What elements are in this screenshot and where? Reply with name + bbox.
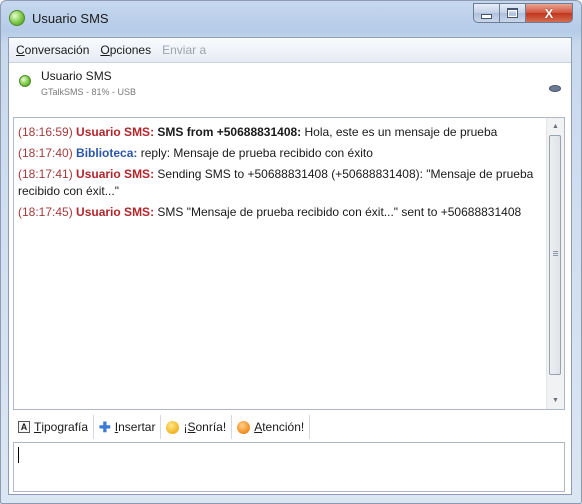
window-controls: X <box>473 3 573 23</box>
message-list: (18:16:59) Usuario SMS: SMS from +506888… <box>18 124 540 225</box>
tipografia-label: ipografía <box>41 420 89 434</box>
menu-conversacion-label: onversación <box>24 43 90 57</box>
menu-conversacion-accel: C <box>16 43 25 57</box>
message-timestamp: (18:16:59) <box>18 125 73 139</box>
attention-icon <box>237 420 251 434</box>
message-sender: Usuario SMS: <box>76 167 155 181</box>
message-timestamp: (18:17:45) <box>18 205 73 219</box>
message-text: Hola, este es un mensaje de prueba <box>304 125 498 139</box>
message-timestamp: (18:17:41) <box>18 167 73 181</box>
close-button[interactable]: X <box>526 3 573 23</box>
minimize-button[interactable] <box>473 3 500 23</box>
plus-icon: ✚ <box>99 418 111 435</box>
smiley-icon <box>166 420 180 434</box>
atencion-accel: A <box>254 420 263 434</box>
maximize-icon <box>507 8 518 18</box>
menu-bar: Conversación Opciones Enviar a <box>9 38 571 63</box>
message-sender: Usuario SMS: <box>76 205 155 219</box>
conversation-client-area: Conversación Opciones Enviar a Usuario S… <box>8 37 572 495</box>
message-input[interactable] <box>13 442 565 492</box>
message-item: (18:17:40) Biblioteca: reply: Mensaje de… <box>18 145 540 162</box>
menu-opciones-label: pciones <box>109 43 152 57</box>
contact-status-text: GTalkSMS - 81% - USB <box>41 87 137 97</box>
title-bar[interactable]: Usuario SMS X <box>1 1 581 37</box>
scroll-down-icon[interactable]: ▼ <box>547 392 564 409</box>
maximize-button[interactable] <box>500 3 526 23</box>
insertar-button[interactable]: ✚ Insertar <box>94 415 162 439</box>
message-sender: Usuario SMS: <box>76 125 155 139</box>
font-icon: A <box>18 421 30 433</box>
message-highlight: SMS from +50688831408: <box>157 125 302 139</box>
tipografia-button[interactable]: A Tipografía <box>13 415 95 439</box>
atencion-label: tención! <box>262 420 305 434</box>
contact-name: Usuario SMS <box>41 69 112 83</box>
menu-conversacion[interactable]: Conversación <box>12 43 93 57</box>
window-title: Usuario SMS <box>32 11 109 26</box>
contact-header: Usuario SMS GTalkSMS - 81% - USB <box>9 63 571 113</box>
menu-enviar-a[interactable]: Enviar a <box>158 43 210 57</box>
text-caret <box>18 447 19 463</box>
grip-icon <box>553 251 558 257</box>
scroll-thumb[interactable] <box>549 135 561 375</box>
sonria-accel: S <box>187 420 196 434</box>
chat-window: Usuario SMS X Conversación Opciones Envi… <box>0 0 582 504</box>
tipografia-accel: T <box>34 420 42 434</box>
message-text: SMS "Mensaje de prueba recibido con éxit… <box>157 205 522 219</box>
scroll-up-icon[interactable]: ▲ <box>547 118 564 135</box>
close-icon: X <box>544 5 554 21</box>
message-item: (18:16:59) Usuario SMS: SMS from +506888… <box>18 124 540 141</box>
insertar-label: nsertar <box>118 420 156 434</box>
atencion-button[interactable]: Atención! <box>232 415 311 439</box>
sonria-button[interactable]: ¡ Sonría! <box>161 415 233 439</box>
message-item: (18:17:41) Usuario SMS: Sending SMS to +… <box>18 166 540 200</box>
message-history[interactable]: (18:16:59) Usuario SMS: SMS from +506888… <box>13 117 565 410</box>
format-toolbar: A Tipografía ✚ Insertar ¡ Sonría! Atenció… <box>13 413 565 441</box>
app-status-icon <box>9 10 25 26</box>
message-sender: Biblioteca: <box>76 146 138 160</box>
message-text: reply: Mensaje de prueba recibido con éx… <box>140 146 373 160</box>
menu-opciones-accel: O <box>100 43 110 57</box>
vertical-scrollbar[interactable]: ▲ ▼ <box>546 118 564 409</box>
online-status-icon <box>19 75 31 87</box>
minimize-icon <box>481 14 492 19</box>
menu-opciones[interactable]: Opciones <box>96 43 155 57</box>
message-item: (18:17:45) Usuario SMS: SMS "Mensaje de … <box>18 204 540 221</box>
message-timestamp: (18:17:40) <box>18 146 73 160</box>
sonria-label: onría! <box>195 420 227 434</box>
eye-icon[interactable] <box>549 85 561 92</box>
